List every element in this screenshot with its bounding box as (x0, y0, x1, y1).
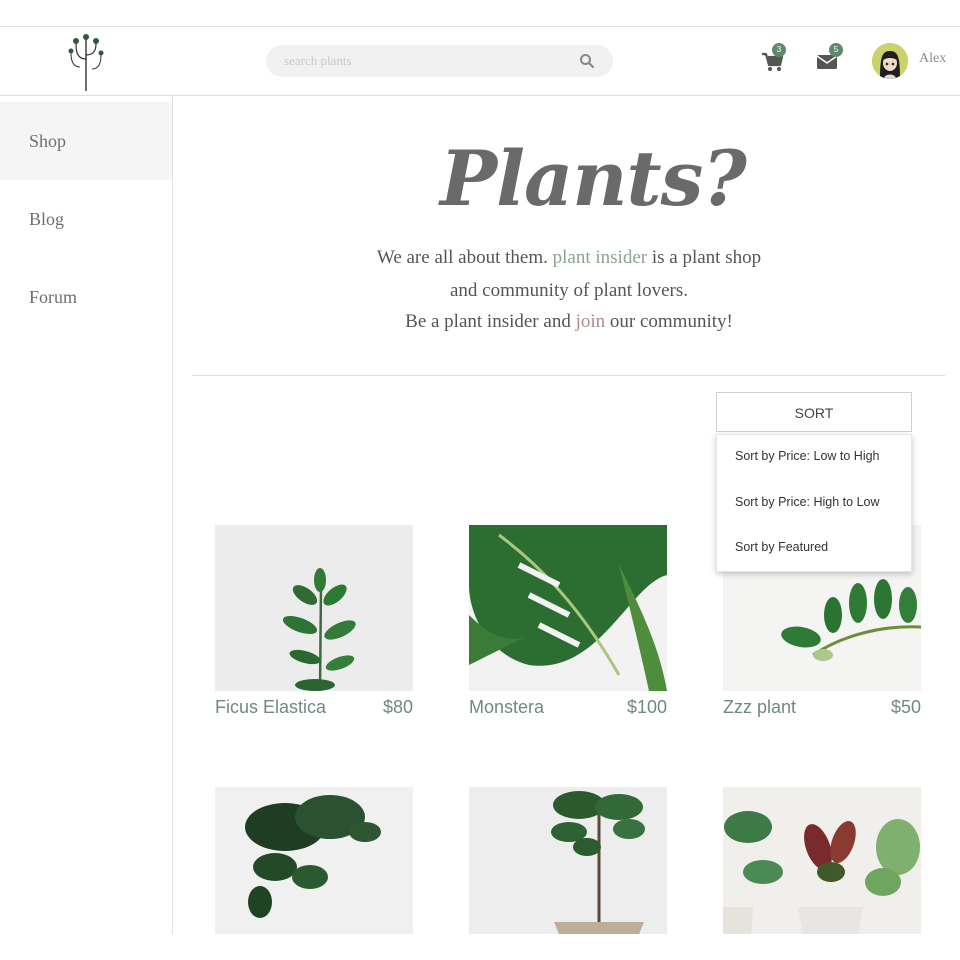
header: 3 5 Alex (0, 27, 960, 96)
product-price: $50 (890, 697, 921, 717)
cactus-logo-icon[interactable] (62, 31, 110, 93)
product-name[interactable]: Monstera (469, 697, 544, 718)
user-name[interactable]: Alex (919, 51, 946, 67)
sort-option-featured[interactable]: Sort by Featured (735, 540, 828, 554)
hero-text-line-1: We are all about them. plant insider is … (192, 247, 946, 269)
hero-text-line-3: Be a plant insider and join our communit… (192, 311, 946, 333)
sort-dropdown-menu: Sort by Price: Low to High Sort by Price… (716, 434, 912, 572)
avatar[interactable] (872, 43, 908, 79)
join-link[interactable]: join (576, 311, 606, 332)
messages-button[interactable]: 5 (815, 43, 843, 73)
sidebar-item-label: Blog (29, 209, 65, 229)
search-bar (266, 45, 613, 77)
sidebar-item-forum[interactable]: Forum (0, 258, 172, 336)
hero-text: Be a plant insider and (405, 311, 571, 332)
product-image-pothos[interactable] (215, 787, 413, 934)
sort-option-price-high-low[interactable]: Sort by Price: High to Low (735, 495, 880, 509)
product-image-calathea[interactable] (723, 787, 921, 934)
hero-text: and community of plant lovers. (450, 280, 688, 301)
sidebar-item-label: Shop (29, 131, 67, 151)
sidebar-item-shop[interactable]: Shop (0, 102, 172, 180)
section-divider (192, 375, 945, 376)
product-name[interactable]: Ficus Elastica (215, 697, 326, 718)
sidebar-item-label: Forum (29, 287, 78, 307)
sidebar: Shop Blog Forum (0, 96, 173, 934)
sort-button[interactable]: SORT (716, 392, 912, 432)
search-icon[interactable] (579, 53, 595, 69)
messages-count-badge: 5 (829, 43, 843, 57)
product-price: $100 (626, 697, 667, 717)
browser-top-strip (0, 0, 960, 27)
search-input[interactable] (284, 45, 564, 77)
product-image-fiddle[interactable] (469, 787, 667, 934)
page-title: Plants? (440, 134, 747, 223)
cart-count-badge: 3 (772, 43, 786, 57)
hero-text: our community! (609, 311, 733, 332)
sort-option-price-low-high[interactable]: Sort by Price: Low to High (735, 449, 880, 463)
hero-text-line-2: and community of plant lovers. (192, 280, 946, 302)
product-image-ficus[interactable] (215, 525, 413, 691)
hero-text: We are all about them. (376, 247, 548, 268)
cart-button[interactable]: 3 (760, 43, 786, 73)
plant-insider-link[interactable]: plant insider (553, 247, 647, 268)
product-name[interactable]: Zzz plant (723, 697, 796, 718)
product-image-monstera[interactable] (469, 525, 667, 691)
hero-text: is a plant shop (651, 247, 762, 268)
product-price: $80 (382, 697, 413, 717)
sidebar-item-blog[interactable]: Blog (0, 180, 172, 258)
